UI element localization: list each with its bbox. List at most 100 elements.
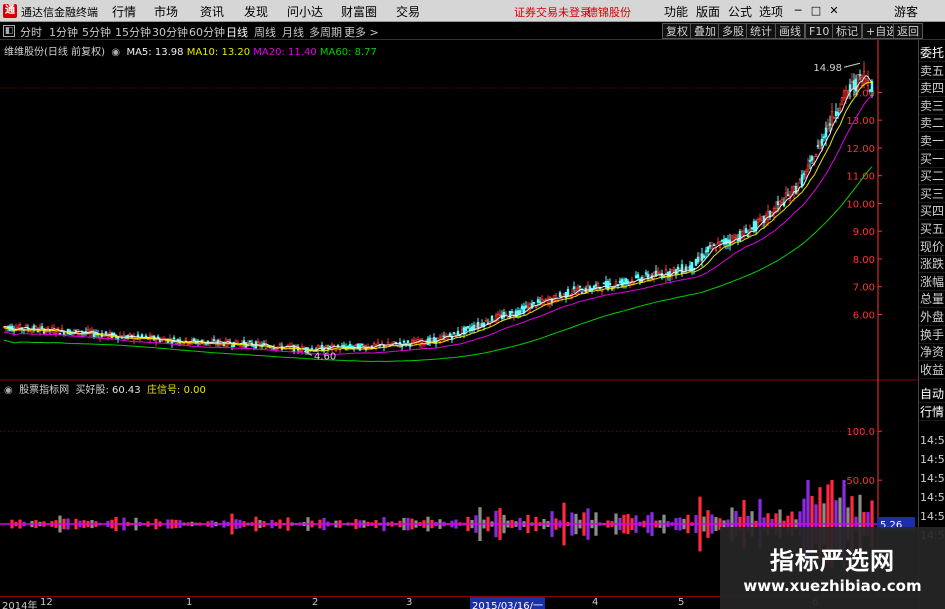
candle-body[interactable] [200, 339, 204, 342]
close-icon[interactable]: ✕ [826, 3, 842, 19]
candle-body[interactable] [72, 329, 76, 333]
candle-body[interactable] [154, 339, 158, 343]
statistics-button[interactable]: 统计 [746, 23, 776, 39]
candle-body[interactable] [756, 218, 760, 223]
period-60min[interactable]: 60分钟 [189, 24, 225, 40]
candle-body[interactable] [850, 81, 854, 84]
candle-body[interactable] [540, 298, 544, 303]
candle-body[interactable] [360, 343, 364, 346]
candle-body[interactable] [766, 211, 770, 221]
candle-body[interactable] [842, 90, 846, 99]
minimize-icon[interactable]: ─ [790, 3, 806, 19]
candle-body[interactable] [816, 144, 820, 148]
candle-body[interactable] [230, 345, 234, 348]
menu-formula[interactable]: 公式 [728, 3, 752, 20]
candle-body[interactable] [346, 345, 350, 348]
candle-body[interactable] [98, 334, 102, 338]
candle-body[interactable] [822, 136, 826, 139]
candle-body[interactable] [868, 89, 872, 92]
candle-body[interactable] [92, 333, 96, 337]
candle-body[interactable] [738, 230, 742, 241]
mark-button[interactable]: 标记 [832, 23, 862, 39]
candle-body[interactable] [594, 284, 598, 287]
side-panel-item[interactable]: 涨幅 [919, 273, 945, 291]
candle-body[interactable] [128, 333, 132, 336]
candle-body[interactable] [804, 170, 808, 178]
candle-body[interactable] [602, 282, 606, 285]
candle-body[interactable] [192, 338, 196, 341]
menu-discover[interactable]: 发现 [244, 3, 268, 20]
selected-date-label[interactable]: 2015/03/16/一 [470, 597, 546, 609]
candle-body[interactable] [600, 290, 604, 292]
candle-body[interactable] [746, 235, 750, 237]
candle-body[interactable] [562, 293, 566, 296]
candle-body[interactable] [186, 343, 190, 345]
candle-body[interactable] [256, 341, 260, 344]
candle-body[interactable] [808, 159, 812, 162]
candle-body[interactable] [748, 229, 752, 232]
candle-body[interactable] [846, 91, 850, 94]
candle-body[interactable] [410, 340, 414, 344]
menu-news[interactable]: 资讯 [200, 3, 224, 20]
candle-body[interactable] [664, 268, 668, 277]
candle-body[interactable] [480, 323, 484, 327]
side-panel-item[interactable]: 现价 [919, 238, 945, 256]
period-1min[interactable]: 1分钟 [49, 24, 78, 40]
candle-body[interactable] [708, 245, 712, 247]
candle-body[interactable] [524, 305, 528, 309]
candle-body[interactable] [676, 266, 680, 270]
menu-options[interactable]: 选项 [759, 3, 783, 20]
candle-body[interactable] [838, 107, 842, 112]
candle-body[interactable] [734, 235, 738, 238]
candle-body[interactable] [572, 286, 576, 290]
candle-body[interactable] [798, 178, 802, 181]
candle-body[interactable] [832, 116, 836, 119]
candle-body[interactable] [328, 345, 332, 348]
candle-body[interactable] [478, 323, 482, 326]
candle-body[interactable] [608, 283, 612, 286]
candle-body[interactable] [484, 320, 488, 322]
candle-body[interactable] [622, 281, 626, 284]
candle-body[interactable] [672, 267, 676, 271]
candle-body[interactable] [184, 337, 188, 342]
candle-body[interactable] [526, 305, 530, 309]
candle-body[interactable] [654, 270, 658, 277]
candle-body[interactable] [510, 311, 514, 313]
candle-body[interactable] [104, 331, 108, 336]
period-5min[interactable]: 5分钟 [82, 24, 111, 40]
candle-body[interactable] [16, 327, 20, 329]
multi-stock-button[interactable]: 多股 [718, 23, 748, 39]
candle-body[interactable] [630, 279, 634, 282]
candle-body[interactable] [636, 274, 640, 279]
candle-body[interactable] [752, 221, 756, 231]
candle-body[interactable] [840, 97, 844, 105]
candle-body[interactable] [696, 256, 700, 263]
candle-body[interactable] [498, 314, 502, 316]
candle-body[interactable] [520, 305, 524, 310]
candle-body[interactable] [58, 332, 62, 335]
side-panel-item[interactable]: 买三 [919, 185, 945, 203]
candle-body[interactable] [694, 258, 698, 266]
adjust-button[interactable]: 复权 [662, 23, 692, 39]
candle-body[interactable] [716, 242, 720, 245]
candle-body[interactable] [686, 267, 690, 270]
candle-body[interactable] [170, 341, 174, 344]
candle-body[interactable] [566, 289, 570, 297]
period-weekly[interactable]: 周线 [254, 24, 276, 40]
candle-body[interactable] [356, 343, 360, 350]
period-30min[interactable]: 30分钟 [152, 24, 188, 40]
candle-body[interactable] [848, 84, 852, 92]
candle-body[interactable] [730, 235, 734, 243]
menu-trade[interactable]: 交易 [396, 3, 420, 20]
candle-body[interactable] [680, 264, 684, 274]
side-panel-item[interactable]: 涨跌 [919, 255, 945, 274]
candle-body[interactable] [552, 295, 556, 302]
candle-body[interactable] [744, 228, 748, 234]
candle-body[interactable] [592, 285, 596, 290]
candle-body[interactable] [760, 216, 764, 221]
candle-body[interactable] [70, 331, 74, 334]
candle-body[interactable] [864, 78, 868, 83]
f10-button[interactable]: F10 [805, 23, 834, 39]
candle-body[interactable] [720, 239, 724, 242]
candle-body[interactable] [544, 298, 548, 301]
